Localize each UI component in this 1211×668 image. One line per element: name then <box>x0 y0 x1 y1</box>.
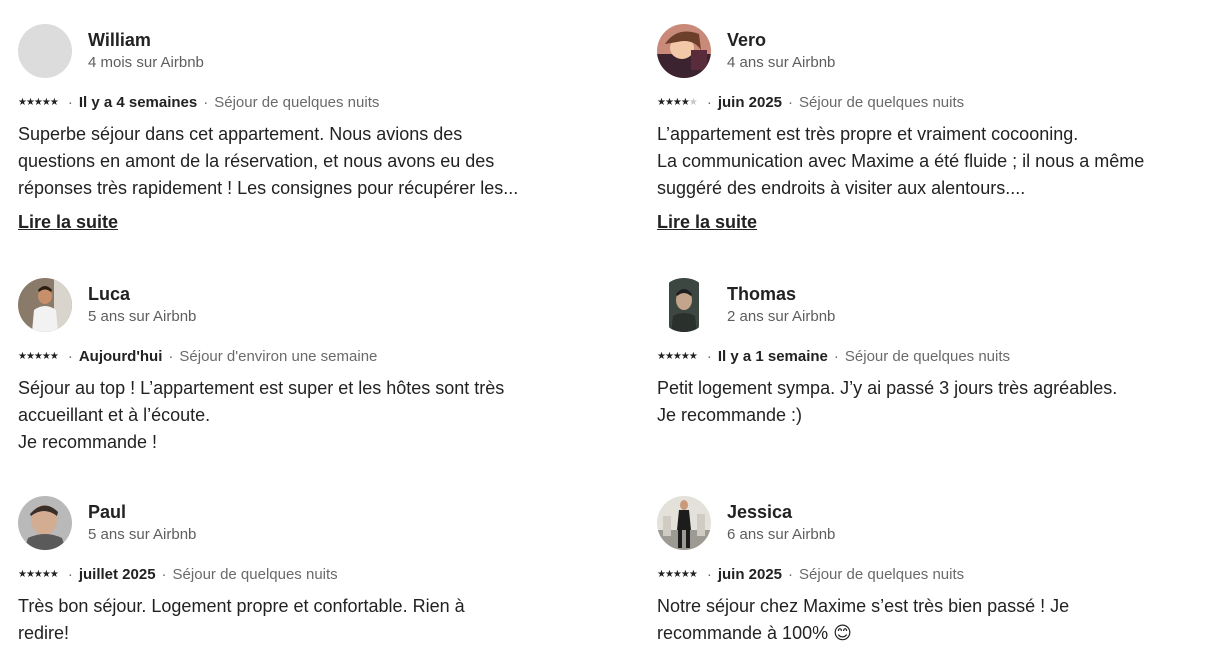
review-card: Thomas 2 ans sur Airbnb ★★★★★ · Il y a 1… <box>657 277 1177 429</box>
star-rating-icon: ★★★★★ <box>18 569 59 580</box>
reviewer-name[interactable]: Thomas <box>727 283 835 305</box>
stay-length: Séjour d'environ une semaine <box>179 348 378 365</box>
review-date: juin 2025 <box>717 94 783 111</box>
stay-length: Séjour de quelques nuits <box>172 566 338 583</box>
separator: · <box>833 348 839 365</box>
separator: · <box>67 566 73 583</box>
review-header: Thomas 2 ans sur Airbnb <box>657 277 1177 333</box>
read-more-link[interactable]: Lire la suite <box>18 212 118 233</box>
read-more-link[interactable]: Lire la suite <box>657 212 757 233</box>
review-header: Vero 4 ans sur Airbnb <box>657 23 1177 79</box>
reviewer-name[interactable]: Jessica <box>727 501 835 523</box>
separator: · <box>788 94 794 111</box>
separator: · <box>706 348 712 365</box>
review-meta: ★★★★★ · juin 2025 · Séjour de quelques n… <box>657 93 1177 113</box>
review-meta: ★★★★★ · juillet 2025 · Séjour de quelque… <box>18 565 538 585</box>
separator: · <box>161 566 167 583</box>
reviewer-tenure: 6 ans sur Airbnb <box>727 526 836 543</box>
review-date: juin 2025 <box>717 566 783 583</box>
avatar-photo-icon <box>657 496 711 550</box>
review-text: Séjour au top ! L’appartement est super … <box>18 378 505 452</box>
review-date: Il y a 4 semaines <box>78 94 198 111</box>
stay-length: Séjour de quelques nuits <box>214 94 380 111</box>
star-rating-icon: ★★★★★ <box>18 97 59 108</box>
reviewer-tenure: 2 ans sur Airbnb <box>727 308 836 325</box>
avatar-photo-icon <box>657 24 711 78</box>
review-meta: ★★★★★ · Il y a 4 semaines · Séjour de qu… <box>18 93 538 113</box>
avatar[interactable] <box>657 278 711 332</box>
reviewer-name[interactable]: Paul <box>88 501 196 523</box>
reviewer-tenure: 4 mois sur Airbnb <box>88 54 204 71</box>
review-card: Paul 5 ans sur Airbnb ★★★★★ · juillet 20… <box>18 495 538 647</box>
star-rating-icon: ★★★★★ <box>657 351 698 362</box>
stay-length: Séjour de quelques nuits <box>799 94 965 111</box>
avatar[interactable] <box>657 496 711 550</box>
separator: · <box>706 94 712 111</box>
stay-length: Séjour de quelques nuits <box>799 566 965 583</box>
review-meta: ★★★★★ · Aujourd'hui · Séjour d'environ u… <box>18 347 538 367</box>
separator: · <box>706 566 712 583</box>
review-header: Jessica 6 ans sur Airbnb <box>657 495 1177 551</box>
reviewer-tenure: 5 ans sur Airbnb <box>88 308 197 325</box>
reviewer-name[interactable]: William <box>88 29 204 51</box>
review-header: William 4 mois sur Airbnb <box>18 23 538 79</box>
review-date: juillet 2025 <box>78 566 156 583</box>
review-text: L’appartement est très propre et vraimen… <box>657 124 1145 198</box>
review-date: Aujourd'hui <box>78 348 163 365</box>
separator: · <box>203 94 209 111</box>
reviewer-tenure: 5 ans sur Airbnb <box>88 526 197 543</box>
stay-length: Séjour de quelques nuits <box>844 348 1011 365</box>
review-card: William 4 mois sur Airbnb ★★★★★ · Il y a… <box>18 23 538 233</box>
separator: · <box>168 348 174 365</box>
star-rating-icon: ★★★★★ <box>657 569 698 580</box>
reviewer-name[interactable]: Luca <box>88 283 196 305</box>
separator: · <box>788 566 794 583</box>
review-header: Luca 5 ans sur Airbnb <box>18 277 538 333</box>
review-card: Luca 5 ans sur Airbnb ★★★★★ · Aujourd'hu… <box>18 277 538 456</box>
review-text: Petit logement sympa. J’y ai passé 3 jou… <box>657 378 1118 425</box>
avatar[interactable] <box>18 24 72 78</box>
avatar-photo-icon <box>18 278 72 332</box>
separator: · <box>67 94 73 111</box>
reviewer-name[interactable]: Vero <box>727 29 835 51</box>
star-rating-icon: ★★★★★ <box>657 97 698 108</box>
avatar-photo-icon <box>657 278 711 332</box>
review-meta: ★★★★★ · juin 2025 · Séjour de quelques n… <box>657 565 1177 585</box>
avatar[interactable] <box>18 278 72 332</box>
review-text: Notre séjour chez Maxime s’est très bien… <box>657 596 1070 643</box>
avatar-photo-icon <box>18 496 72 550</box>
review-date: Il y a 1 semaine <box>717 348 828 365</box>
review-text: Superbe séjour dans cet appartement. Nou… <box>18 124 519 198</box>
avatar[interactable] <box>18 496 72 550</box>
avatar[interactable] <box>657 24 711 78</box>
review-header: Paul 5 ans sur Airbnb <box>18 495 538 551</box>
review-card: Jessica 6 ans sur Airbnb ★★★★★ · juin 20… <box>657 495 1177 647</box>
review-meta: ★★★★★ · Il y a 1 semaine · Séjour de que… <box>657 347 1177 367</box>
review-card: Vero 4 ans sur Airbnb ★★★★★ · juin 2025 … <box>657 23 1177 233</box>
star-rating-icon: ★★★★★ <box>18 351 59 362</box>
separator: · <box>67 348 73 365</box>
reviewer-tenure: 4 ans sur Airbnb <box>727 54 836 71</box>
review-text: Très bon séjour. Logement propre et conf… <box>18 596 465 643</box>
